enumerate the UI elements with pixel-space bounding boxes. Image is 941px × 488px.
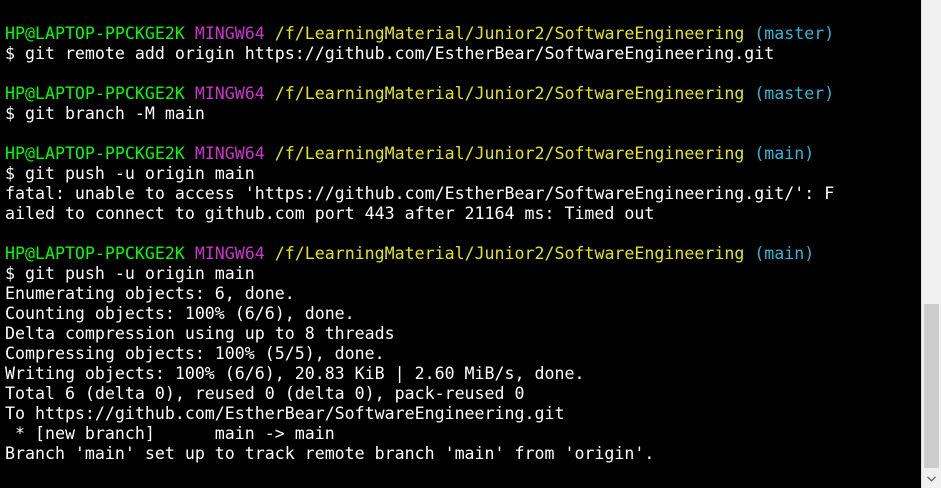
prompt-shell: MINGW64: [194, 24, 265, 43]
output-text: $ git branch -M main: [5, 104, 205, 123]
prompt-shell: MINGW64: [194, 144, 265, 163]
output-text: Enumerating objects: 6, done.: [5, 284, 295, 303]
output-text: Counting objects: 100% (6/6), done.: [5, 304, 355, 323]
terminal-line: $ git branch -M main: [5, 104, 919, 124]
prompt-path: /f/LearningMaterial/Junior2/SoftwareEngi…: [274, 244, 745, 263]
terminal-line: To https://github.com/EstherBear/Softwar…: [5, 404, 919, 424]
output-text: Branch 'main' set up to track remote bra…: [5, 444, 655, 463]
prompt-shell: MINGW64: [194, 244, 265, 263]
output-text: Delta compression using up to 8 threads: [5, 324, 395, 343]
terminal-line: $ git push -u origin main: [5, 164, 919, 184]
terminal-line: Writing objects: 100% (6/6), 20.83 KiB |…: [5, 364, 919, 384]
terminal-line: $ git remote add origin https://github.c…: [5, 44, 919, 64]
terminal-line: Branch 'main' set up to track remote bra…: [5, 444, 919, 464]
prompt-branch: (master): [754, 84, 835, 103]
terminal-line: Enumerating objects: 6, done.: [5, 284, 919, 304]
terminal-line: Total 6 (delta 0), reused 0 (delta 0), p…: [5, 384, 919, 404]
prompt-user: HP@LAPTOP-PPCKGE2K: [5, 84, 185, 103]
prompt-branch: (master): [754, 24, 835, 43]
terminal-line: fatal: unable to access 'https://github.…: [5, 184, 919, 204]
terminal-line: HP@LAPTOP-PPCKGE2K MINGW64 /f/LearningMa…: [5, 84, 919, 104]
prompt-user: HP@LAPTOP-PPCKGE2K: [5, 144, 185, 163]
terminal-output[interactable]: HP@LAPTOP-PPCKGE2K MINGW64 /f/LearningMa…: [5, 24, 919, 464]
prompt-path: /f/LearningMaterial/Junior2/SoftwareEngi…: [274, 84, 745, 103]
output-text: ailed to connect to github.com port 443 …: [5, 204, 655, 223]
prompt-shell: MINGW64: [194, 84, 265, 103]
output-text: fatal: unable to access 'https://github.…: [5, 184, 835, 203]
output-text: To https://github.com/EstherBear/Softwar…: [5, 404, 565, 423]
terminal-line: HP@LAPTOP-PPCKGE2K MINGW64 /f/LearningMa…: [5, 24, 919, 44]
output-text: Total 6 (delta 0), reused 0 (delta 0), p…: [5, 384, 525, 403]
terminal-line: Counting objects: 100% (6/6), done.: [5, 304, 919, 324]
prompt-branch: (main): [754, 144, 815, 163]
output-text: Writing objects: 100% (6/6), 20.83 KiB |…: [5, 364, 585, 383]
output-text: $ git push -u origin main: [5, 164, 255, 183]
output-text: $ git push -u origin main: [5, 264, 255, 283]
prompt-user: HP@LAPTOP-PPCKGE2K: [5, 24, 185, 43]
vertical-scrollbar[interactable]: [921, 0, 941, 488]
output-text: * [new branch] main -> main: [5, 424, 335, 443]
terminal-line: Delta compression using up to 8 threads: [5, 324, 919, 344]
output-text: $ git remote add origin https://github.c…: [5, 44, 775, 63]
prompt-path: /f/LearningMaterial/Junior2/SoftwareEngi…: [274, 144, 745, 163]
terminal-window[interactable]: HP@LAPTOP-PPCKGE2K MINGW64 /f/LearningMa…: [0, 0, 921, 488]
terminal-line: HP@LAPTOP-PPCKGE2K MINGW64 /f/LearningMa…: [5, 244, 919, 264]
terminal-line: HP@LAPTOP-PPCKGE2K MINGW64 /f/LearningMa…: [5, 144, 919, 164]
prompt-branch: (main): [754, 244, 815, 263]
scrollbar-thumb[interactable]: [924, 304, 939, 468]
terminal-line: * [new branch] main -> main: [5, 424, 919, 444]
terminal-line: ailed to connect to github.com port 443 …: [5, 204, 919, 224]
terminal-line: Compressing objects: 100% (5/5), done.: [5, 344, 919, 364]
terminal-line: $ git push -u origin main: [5, 264, 919, 284]
chevron-down-icon: [927, 476, 936, 482]
scroll-down-button[interactable]: [922, 470, 941, 488]
output-text: Compressing objects: 100% (5/5), done.: [5, 344, 385, 363]
prompt-user: HP@LAPTOP-PPCKGE2K: [5, 244, 185, 263]
prompt-path: /f/LearningMaterial/Junior2/SoftwareEngi…: [274, 24, 745, 43]
